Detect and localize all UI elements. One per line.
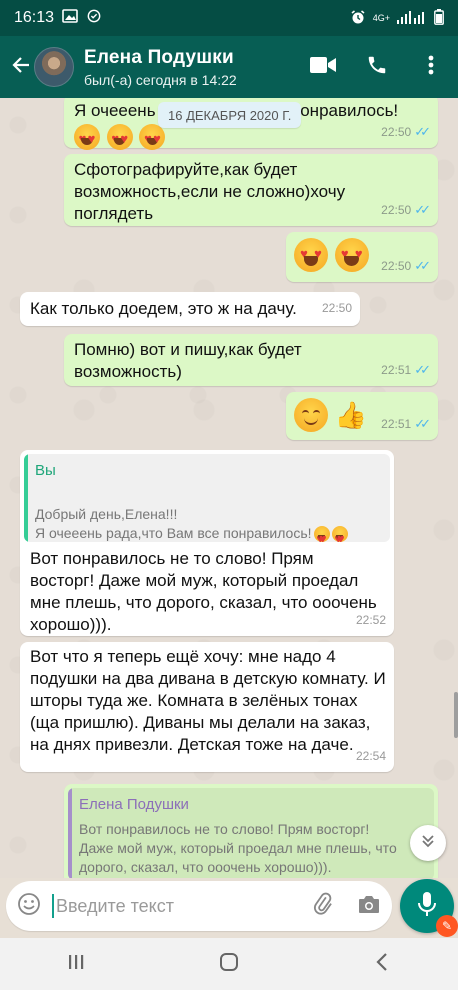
message-outgoing[interactable]: Сфотографируйте,как будет возможность,ес… xyxy=(64,154,438,226)
contact-avatar[interactable] xyxy=(34,47,74,87)
emoji-icon xyxy=(17,892,41,921)
message-input[interactable] xyxy=(52,894,300,918)
heart-eyes-emoji-icon xyxy=(331,526,348,542)
heart-eyes-emoji-icon xyxy=(334,238,369,272)
status-bar: 16:13 4G+ xyxy=(0,0,458,36)
quoted-message[interactable]: Вы Добрый день,Елена!!! Я очееень рада,ч… xyxy=(24,454,390,542)
heart-eyes-emoji-icon xyxy=(139,124,166,150)
message-time: 22:50 xyxy=(381,259,412,273)
message-time: 22:51 xyxy=(381,363,412,377)
contact-name: Елена Подушки xyxy=(84,46,234,68)
phone-icon xyxy=(366,54,388,81)
more-options-button[interactable] xyxy=(404,36,458,98)
thumbs-up-icon: 👍 xyxy=(334,400,368,430)
message-text: Я очееень xyxy=(74,101,156,120)
message-input-bar xyxy=(6,881,392,931)
back-nav-button[interactable] xyxy=(352,938,412,990)
message-outgoing[interactable]: Помню) вот и пишу,как будет возможность)… xyxy=(64,334,438,386)
home-icon xyxy=(219,952,239,977)
status-time: 16:13 xyxy=(14,9,55,26)
message-time: 22:51 xyxy=(381,417,412,431)
chat-area[interactable]: Я очееень понравилось! 22:50✓✓ 16 ДЕКАБР… xyxy=(0,98,458,878)
camera-button[interactable] xyxy=(346,881,392,931)
chat-scrollbar[interactable] xyxy=(454,692,458,738)
attach-button[interactable] xyxy=(300,881,346,931)
quote-text: Вот понравилось не то слово! Прям востор… xyxy=(79,821,397,875)
video-call-button[interactable] xyxy=(296,36,350,98)
contact-info[interactable]: Елена Подушки был(-а) сегодня в 14:22 xyxy=(84,47,237,88)
quote-text: Добрый день,Елена!!! Я очееень рада,что … xyxy=(35,506,312,541)
check-circle-icon xyxy=(86,9,102,28)
pen-overlay-icon[interactable]: ✎ xyxy=(436,915,458,937)
quoted-message[interactable]: Елена Подушки Вот понравилось не то слов… xyxy=(68,788,434,878)
back-button[interactable] xyxy=(0,36,34,98)
emoji-button[interactable] xyxy=(6,881,52,931)
read-ticks-icon: ✓✓ xyxy=(414,416,431,431)
heart-eyes-emoji-icon xyxy=(106,124,133,150)
scroll-to-bottom-button[interactable] xyxy=(410,825,446,861)
paperclip-icon xyxy=(311,892,335,921)
system-nav-bar xyxy=(0,938,458,990)
smile-emoji-icon xyxy=(294,398,328,432)
battery-icon xyxy=(434,8,444,28)
voice-call-button[interactable] xyxy=(350,36,404,98)
date-divider: 16 ДЕКАБРЯ 2020 Г. xyxy=(158,102,302,128)
alarm-icon xyxy=(350,9,366,28)
message-text: Вот понравилось не то слово! Прям востор… xyxy=(30,549,377,634)
network-label: 4G+ xyxy=(372,12,390,23)
message-time: 22:50 xyxy=(381,203,412,217)
signal-icon xyxy=(397,10,427,27)
microphone-icon xyxy=(416,891,438,922)
chevron-left-icon xyxy=(375,952,389,977)
read-ticks-icon: ✓✓ xyxy=(414,202,431,217)
read-ticks-icon: ✓✓ xyxy=(414,362,431,377)
message-incoming[interactable]: Как только доедем, это ж на дачу. 22:50 xyxy=(20,292,360,326)
quote-author: Вы xyxy=(35,462,56,479)
message-time: 22:50 xyxy=(381,125,412,139)
read-ticks-icon: ✓✓ xyxy=(414,124,431,139)
message-time: 22:50 xyxy=(321,301,352,315)
message-text: понравилось! xyxy=(291,101,399,120)
message-outgoing-reply[interactable]: Елена Подушки Вот понравилось не то слов… xyxy=(64,784,438,878)
double-chevron-down-icon xyxy=(421,834,435,853)
home-button[interactable] xyxy=(199,938,259,990)
message-incoming-reply[interactable]: Вы Добрый день,Елена!!! Я очееень рада,ч… xyxy=(20,450,394,636)
video-call-icon xyxy=(310,56,336,79)
heart-eyes-emoji-icon xyxy=(74,124,100,150)
gallery-icon xyxy=(62,8,78,28)
heart-eyes-emoji-icon xyxy=(294,238,328,272)
message-time: 22:54 xyxy=(355,749,386,763)
more-vert-icon xyxy=(428,55,434,80)
recent-apps-icon xyxy=(67,953,85,976)
message-time: 22:52 xyxy=(355,613,386,627)
message-incoming[interactable]: Вот что я теперь ещё хочу: мне надо 4 по… xyxy=(20,642,394,772)
message-text: Сфотографируйте,как будет возможность,ес… xyxy=(74,160,346,223)
chat-header: Елена Подушки был(-а) сегодня в 14:22 xyxy=(0,36,458,98)
message-text: Помню) вот и пишу,как будет возможность) xyxy=(74,340,302,381)
back-arrow-icon xyxy=(11,55,31,80)
message-text: Вот что я теперь ещё хочу: мне надо 4 по… xyxy=(30,647,386,754)
quote-author: Елена Подушки xyxy=(79,796,189,813)
message-text: Как только доедем, это ж на дачу. xyxy=(30,299,297,318)
message-outgoing[interactable]: 22:50✓✓ xyxy=(286,232,438,282)
camera-icon xyxy=(357,893,381,920)
recent-apps-button[interactable] xyxy=(46,938,106,990)
read-ticks-icon: ✓✓ xyxy=(414,258,431,273)
last-seen: был(-а) сегодня в 14:22 xyxy=(84,71,237,88)
heart-eyes-emoji-icon xyxy=(313,526,330,542)
message-outgoing[interactable]: 👍 22:51 ✓✓ xyxy=(286,392,438,440)
